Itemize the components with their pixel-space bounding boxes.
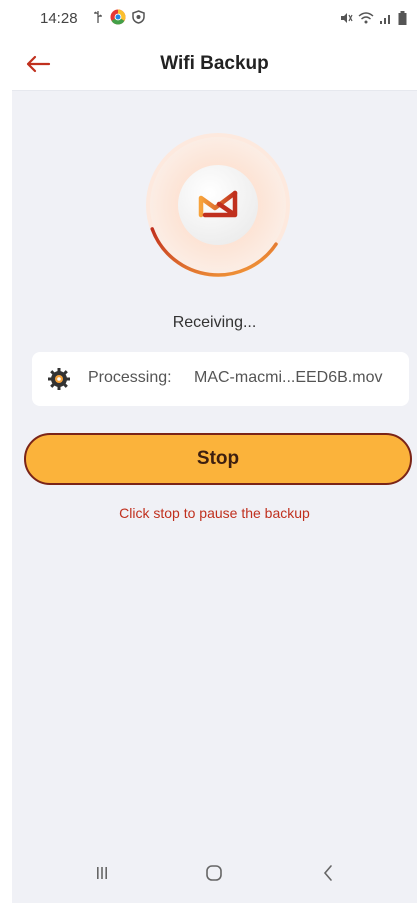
recents-icon [97, 867, 107, 879]
home-icon [206, 865, 222, 881]
hint-text: Click stop to pause the backup [119, 505, 310, 521]
processing-filename: MAC-macmi...EED6B.mov [194, 369, 383, 386]
page-title: Wifi Backup [160, 53, 269, 74]
mute-icon [339, 11, 353, 29]
shield-icon [132, 10, 145, 28]
status-bar: 14:28 [12, 0, 417, 40]
wifi-icon [358, 11, 374, 29]
nav-back-button[interactable] [310, 859, 346, 887]
status-text: Receiving... [172, 314, 257, 331]
main-content: Receiving... Processing: MAC-macmi...EED… [12, 91, 417, 841]
back-chevron-icon [323, 865, 332, 881]
stop-button[interactable]: Stop [24, 433, 412, 485]
status-right-icons [339, 11, 407, 29]
app-header: Wifi Backup [12, 40, 417, 91]
processing-card: Processing: MAC-macmi...EED6B.mov [32, 352, 409, 406]
progress-ring [143, 130, 293, 280]
chrome-icon [110, 9, 126, 29]
system-nav-bar [12, 841, 417, 903]
status-left-icons [92, 9, 145, 29]
battery-icon [398, 11, 407, 29]
signal-icon [379, 11, 393, 29]
processing-label: Processing: [88, 369, 172, 386]
status-time: 14:28 [40, 10, 78, 27]
gear-icon [47, 367, 71, 391]
usb-icon [92, 10, 104, 28]
recents-button[interactable] [84, 859, 120, 887]
home-button[interactable] [196, 859, 232, 887]
